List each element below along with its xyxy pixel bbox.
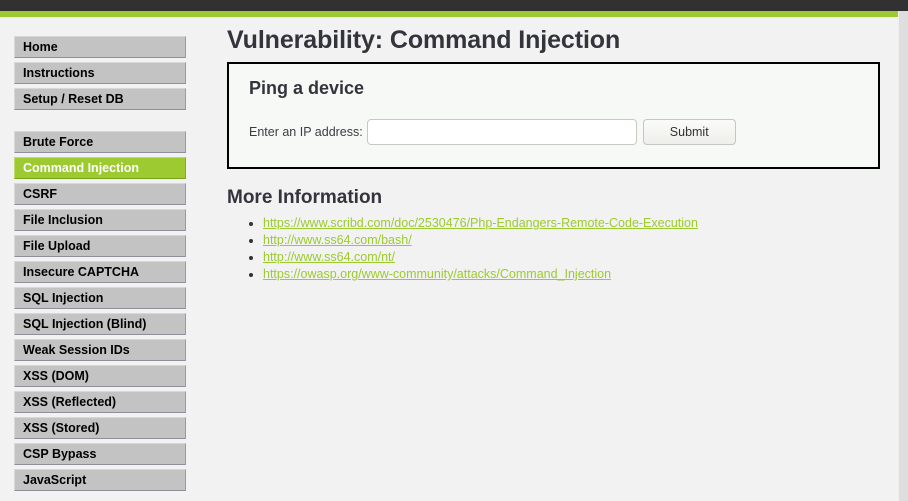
list-item: http://www.ss64.com/nt/ [263,249,882,266]
ping-a-device-panel: Ping a device Enter an IP address: Submi… [227,62,880,169]
sidebar-item-insecure-captcha[interactable]: Insecure CAPTCHA [14,261,186,283]
top-accent-bar [0,11,898,17]
list-item: http://www.ss64.com/bash/ [263,232,882,249]
sidebar-item-command-injection[interactable]: Command Injection [14,157,186,179]
vertical-scrollbar[interactable] [898,11,908,501]
sidebar-item-javascript[interactable]: JavaScript [14,469,186,491]
sidebar-item-sql-injection-blind[interactable]: SQL Injection (Blind) [14,313,186,335]
sidebar-item-weak-session-ids[interactable]: Weak Session IDs [14,339,186,361]
ping-form: Enter an IP address: Submit [249,119,858,145]
list-item: https://www.scribd.com/doc/2530476/Php-E… [263,215,882,232]
top-dark-bar [0,0,908,11]
sidebar-item-xss-reflected[interactable]: XSS (Reflected) [14,391,186,413]
sidebar-item-xss-stored[interactable]: XSS (Stored) [14,417,186,439]
sidebar-item-instructions[interactable]: Instructions [14,62,186,84]
reference-link[interactable]: http://www.ss64.com/nt/ [263,250,395,264]
sidebar-group-general: Home Instructions Setup / Reset DB [14,36,186,110]
sidebar-item-file-upload[interactable]: File Upload [14,235,186,257]
more-information-list: https://www.scribd.com/doc/2530476/Php-E… [227,215,882,283]
main-content: Vulnerability: Command Injection Ping a … [227,22,882,283]
dvwa-page: Home Instructions Setup / Reset DB Brute… [0,0,908,501]
reference-link[interactable]: https://owasp.org/www-community/attacks/… [263,267,611,281]
sidebar-item-sql-injection[interactable]: SQL Injection [14,287,186,309]
panel-title: Ping a device [249,78,365,98]
list-item: https://owasp.org/www-community/attacks/… [263,266,882,283]
ip-address-input[interactable] [366,119,637,145]
sidebar-item-csrf[interactable]: CSRF [14,183,186,205]
sidebar-navigation: Home Instructions Setup / Reset DB Brute… [14,36,186,495]
reference-link[interactable]: http://www.ss64.com/bash/ [263,233,412,247]
page-title: Vulnerability: Command Injection [227,26,621,54]
sidebar-group-divider [14,114,186,131]
sidebar-item-csp-bypass[interactable]: CSP Bypass [14,443,186,465]
reference-link[interactable]: https://www.scribd.com/doc/2530476/Php-E… [263,216,698,230]
sidebar-item-brute-force[interactable]: Brute Force [14,131,186,153]
sidebar-item-setup-reset-db[interactable]: Setup / Reset DB [14,88,186,110]
sidebar-item-xss-dom[interactable]: XSS (DOM) [14,365,186,387]
submit-button[interactable]: Submit [642,119,736,145]
sidebar-item-home[interactable]: Home [14,36,186,58]
more-information-title: More Information [227,187,383,208]
sidebar-group-vulnerabilities: Brute Force Command Injection CSRF File … [14,131,186,491]
ip-address-label: Enter an IP address: [249,125,363,139]
sidebar-item-file-inclusion[interactable]: File Inclusion [14,209,186,231]
